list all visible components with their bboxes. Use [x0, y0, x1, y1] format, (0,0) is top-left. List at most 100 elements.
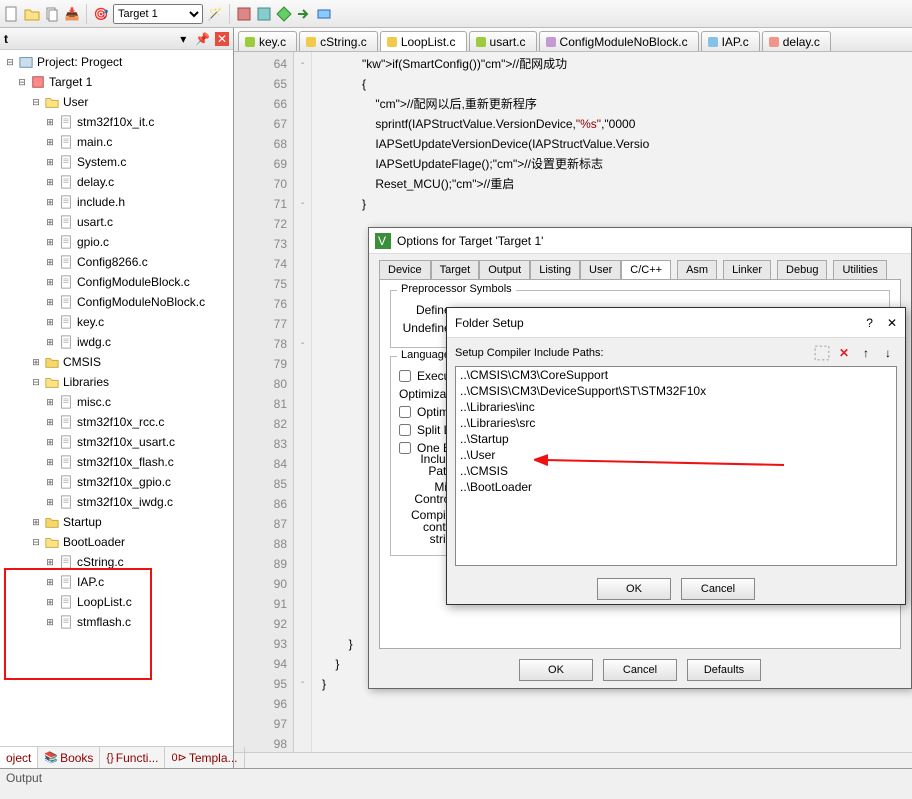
file-main.c[interactable]: ⊞main.c: [0, 132, 233, 152]
project-root[interactable]: ⊟Project: Progect: [0, 52, 233, 72]
include-paths-list[interactable]: ..\CMSIS\CM3\CoreSupport..\CMSIS\CM3\Dev…: [455, 366, 897, 566]
file-stm32f10x_it.c[interactable]: ⊞stm32f10x_it.c: [0, 112, 233, 132]
close-icon[interactable]: ✕: [887, 316, 897, 330]
split-checkbox[interactable]: [399, 424, 411, 436]
folder-dialog-title[interactable]: Folder Setup ? ✕: [447, 308, 905, 338]
delete-path-icon[interactable]: ✕: [835, 344, 853, 362]
file-icon[interactable]: [4, 6, 20, 22]
options-dialog-title[interactable]: V Options for Target 'Target 1': [369, 228, 911, 254]
svg-text:V: V: [378, 234, 386, 248]
exec-checkbox[interactable]: [399, 370, 411, 382]
include-path-item[interactable]: ..\CMSIS\CM3\CoreSupport: [456, 367, 896, 383]
fold-gutter[interactable]: ----: [294, 52, 312, 752]
folder-icon[interactable]: [24, 6, 40, 22]
file-include.h[interactable]: ⊞include.h: [0, 192, 233, 212]
options-defaults-button[interactable]: Defaults: [687, 659, 761, 681]
file-System.c[interactable]: ⊞System.c: [0, 152, 233, 172]
dropdown-icon[interactable]: ▾: [176, 32, 190, 46]
red-sq-icon[interactable]: [236, 6, 252, 22]
folder-cancel-button[interactable]: Cancel: [681, 578, 755, 600]
new-path-icon[interactable]: [813, 344, 831, 362]
optim-checkbox[interactable]: [399, 406, 411, 418]
magic-icon[interactable]: 🪄: [207, 6, 223, 22]
file-tab-ConfigModuleNoBlock.c[interactable]: ConfigModuleNoBlock.c: [539, 31, 699, 51]
file-stm32f10x_usart.c[interactable]: ⊞stm32f10x_usart.c: [0, 432, 233, 452]
tab-functions[interactable]: {}Functi...: [100, 747, 165, 768]
target-node[interactable]: ⊟Target 1: [0, 72, 233, 92]
tab-templates[interactable]: 0⊳Templa...: [165, 747, 244, 768]
options-tab-Listing[interactable]: Listing: [530, 260, 580, 279]
main-toolbar: 📥 🎯 Target 1 🪄: [0, 0, 912, 28]
include-path-item[interactable]: ..\Libraries\src: [456, 415, 896, 431]
file-tab-IAP.c[interactable]: IAP.c: [701, 31, 760, 51]
file-stm32f10x_iwdg.c[interactable]: ⊞stm32f10x_iwdg.c: [0, 492, 233, 512]
folder-user[interactable]: ⊟User: [0, 92, 233, 112]
include-path-item[interactable]: ..\Libraries\inc: [456, 399, 896, 415]
folder-libraries[interactable]: ⊟Libraries: [0, 372, 233, 392]
folder-cmsis[interactable]: ⊞CMSIS: [0, 352, 233, 372]
options-tab-Output[interactable]: Output: [479, 260, 530, 279]
options-tab-Linker[interactable]: Linker: [723, 260, 771, 279]
include-path-item[interactable]: ..\CMSIS\CM3\DeviceSupport\ST\STM32F10x: [456, 383, 896, 399]
file-tab-usart.c[interactable]: usart.c: [469, 31, 537, 51]
include-path-item[interactable]: ..\User: [456, 447, 896, 463]
tab-project[interactable]: oject: [0, 747, 38, 768]
file-misc.c[interactable]: ⊞misc.c: [0, 392, 233, 412]
onee-checkbox[interactable]: [399, 442, 411, 454]
file-gpio.c[interactable]: ⊞gpio.c: [0, 232, 233, 252]
file-Config8266.c[interactable]: ⊞Config8266.c: [0, 252, 233, 272]
file-usart.c[interactable]: ⊞usart.c: [0, 212, 233, 232]
line-gutter: 6465666768697071727374757677787980818283…: [234, 52, 294, 752]
green-diamond-icon[interactable]: [276, 6, 292, 22]
horizontal-scrollbar[interactable]: [234, 752, 912, 768]
teal-sq-icon[interactable]: [256, 6, 272, 22]
folder-startup[interactable]: ⊞Startup: [0, 512, 233, 532]
project-tree[interactable]: ⊟Project: Progect⊟Target 1⊟User⊞stm32f10…: [0, 50, 233, 746]
close-icon[interactable]: ✕: [215, 32, 229, 46]
file-LoopList.c[interactable]: ⊞LoopList.c: [0, 592, 233, 612]
options-tab-Device[interactable]: Device: [379, 260, 431, 279]
green-arrow-icon[interactable]: [296, 6, 312, 22]
options-tab-User[interactable]: User: [580, 260, 621, 279]
file-tab-LoopList.c[interactable]: LoopList.c: [380, 31, 467, 51]
file-IAP.c[interactable]: ⊞IAP.c: [0, 572, 233, 592]
file-cString.c[interactable]: ⊞cString.c: [0, 552, 233, 572]
options-tab-Debug[interactable]: Debug: [777, 260, 827, 279]
file-ConfigModuleNoBlock.c[interactable]: ⊞ConfigModuleNoBlock.c: [0, 292, 233, 312]
file-tab-key.c[interactable]: key.c: [238, 31, 297, 51]
options-tab-Utilities[interactable]: Utilities: [833, 260, 886, 279]
file-tab-cString.c[interactable]: cString.c: [299, 31, 378, 51]
folder-setup-dialog: Folder Setup ? ✕ Setup Compiler Include …: [446, 307, 906, 605]
folder-bootloader[interactable]: ⊟BootLoader: [0, 532, 233, 552]
file-iwdg.c[interactable]: ⊞iwdg.c: [0, 332, 233, 352]
tab-books[interactable]: 📚Books: [38, 747, 100, 768]
build-target-icon[interactable]: 🎯: [93, 6, 109, 22]
file-delay.c[interactable]: ⊞delay.c: [0, 172, 233, 192]
folder-ok-button[interactable]: OK: [597, 578, 671, 600]
target-dropdown[interactable]: Target 1: [113, 4, 203, 24]
file-tabs: key.ccString.cLoopList.cusart.cConfigMod…: [234, 28, 912, 52]
options-cancel-button[interactable]: Cancel: [603, 659, 677, 681]
file-tab-delay.c[interactable]: delay.c: [762, 31, 831, 51]
move-down-icon[interactable]: ↓: [879, 344, 897, 362]
load-icon[interactable]: 📥: [64, 6, 80, 22]
include-path-item[interactable]: ..\CMSIS: [456, 463, 896, 479]
include-path-item[interactable]: ..\BootLoader: [456, 479, 896, 495]
file-ConfigModuleBlock.c[interactable]: ⊞ConfigModuleBlock.c: [0, 272, 233, 292]
options-tab-Asm[interactable]: Asm: [677, 260, 717, 279]
options-ok-button[interactable]: OK: [519, 659, 593, 681]
include-path-item[interactable]: ..\Startup: [456, 431, 896, 447]
help-icon[interactable]: ?: [866, 316, 873, 330]
blue-box-icon[interactable]: [316, 6, 332, 22]
file-stmflash.c[interactable]: ⊞stmflash.c: [0, 612, 233, 632]
file-key.c[interactable]: ⊞key.c: [0, 312, 233, 332]
pin-icon[interactable]: 📌: [196, 32, 210, 46]
file-stm32f10x_flash.c[interactable]: ⊞stm32f10x_flash.c: [0, 452, 233, 472]
project-sidebar: t ▾ 📌 ✕ ⊟Project: Progect⊟Target 1⊟User⊞…: [0, 28, 234, 768]
options-tab-C/C++[interactable]: C/C++: [621, 260, 671, 279]
file-stm32f10x_gpio.c[interactable]: ⊞stm32f10x_gpio.c: [0, 472, 233, 492]
files-icon[interactable]: [44, 6, 60, 22]
move-up-icon[interactable]: ↑: [857, 344, 875, 362]
file-stm32f10x_rcc.c[interactable]: ⊞stm32f10x_rcc.c: [0, 412, 233, 432]
options-tab-Target[interactable]: Target: [431, 260, 480, 279]
